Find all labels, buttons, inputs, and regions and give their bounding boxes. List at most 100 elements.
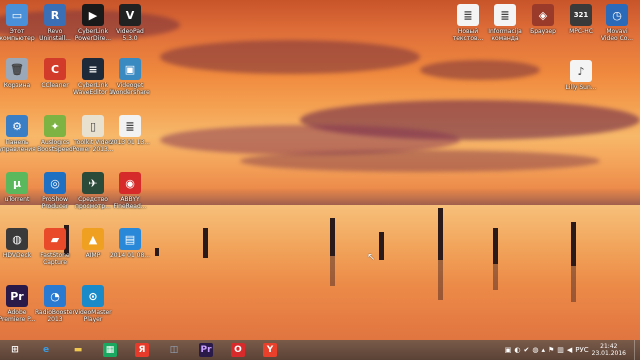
toolkit-video-icon: ▯ xyxy=(82,115,104,137)
waveeditor-icon: ≡ xyxy=(82,58,104,80)
desktop-shortcut-label: Auslogics BoostSpeed xyxy=(37,139,73,153)
desktop-shortcut[interactable]: ▲ AIMP xyxy=(72,228,114,274)
text-file-icon: ≣ xyxy=(494,4,516,26)
videopad-icon: V xyxy=(119,4,141,26)
desktop-shortcut-label: Revo Uninstall... xyxy=(39,28,71,42)
aimp-icon: ▲ xyxy=(82,228,104,250)
network-status-icon[interactable]: ▥ xyxy=(557,346,564,354)
mpc-hc-icon: 321 xyxy=(570,4,592,26)
desktop-shortcut-label: FastStone Capture xyxy=(40,252,70,266)
tray-app-icon[interactable]: ◍ xyxy=(532,346,538,354)
pier-post xyxy=(379,232,384,260)
premiere-icon: Pr xyxy=(6,285,28,307)
pier-post xyxy=(438,208,443,260)
tray-app-icon[interactable]: ▣ xyxy=(505,346,512,354)
show-desktop-button[interactable] xyxy=(634,340,640,360)
desktop-shortcut[interactable]: ≣ 2013 01 13... xyxy=(109,115,151,161)
post-reflection xyxy=(438,260,443,300)
revo-uninstaller-icon: R xyxy=(44,4,66,26)
desktop-shortcut-label: 2014 01 08... xyxy=(109,252,151,259)
desktop-shortcut-label: Informacija команда xyxy=(488,28,522,42)
desktop-shortcut-label: AIMP xyxy=(85,252,101,259)
recycle-bin-icon: 🗑 xyxy=(6,58,28,80)
desktop-shortcut[interactable]: ✈ Средство просмотр... xyxy=(72,172,114,218)
opera-icon: O xyxy=(231,343,245,357)
internet-explorer-icon: e xyxy=(42,345,50,355)
desktop-shortcut[interactable]: ⚙ Панель управления xyxy=(0,115,38,161)
volume-icon[interactable]: ◀ xyxy=(567,346,572,354)
language-indicator[interactable]: РУС xyxy=(575,346,588,354)
ie-button[interactable]: e xyxy=(30,340,62,360)
yandex-icon: Я xyxy=(135,343,149,357)
start-button[interactable]: ⊞ xyxy=(0,340,30,360)
desktop-shortcut-label: Корзина xyxy=(3,82,31,89)
desktop-shortcut[interactable]: ▤ 2014 01 08... xyxy=(109,228,151,274)
desktop-shortcut[interactable]: ♪ Lilly Sun... xyxy=(560,60,602,106)
premiere-icon: Pr xyxy=(199,343,213,357)
desktop-shortcut[interactable]: 🗑 Корзина xyxy=(0,58,38,104)
pier-post xyxy=(203,228,208,258)
opera-button[interactable]: O xyxy=(222,340,254,360)
taskbar: ⊞ e ▬ ▦ Я ◫ Pr O Y ▣ ◐ ✔ ◍ ▴ ⚑ ▥ ◀ РУС 21:42 23.… xyxy=(0,340,640,360)
store-button[interactable]: ▦ xyxy=(94,340,126,360)
desktop-shortcut-label: Videoget Wondershare xyxy=(110,82,150,96)
folder-icon: ▬ xyxy=(73,345,83,355)
desktop-shortcut[interactable]: ≣ Informacija команда xyxy=(484,4,526,50)
system-tray: ▣ ◐ ✔ ◍ ▴ ⚑ ▥ ◀ РУС 21:42 23.01.2016 xyxy=(505,340,640,360)
desktop-shortcut[interactable]: ◷ Movavi Video Co... xyxy=(596,4,638,50)
image-file-icon: ▤ xyxy=(119,228,141,250)
desktop-shortcut[interactable]: ◔ RadioBooster 2013 xyxy=(34,285,76,331)
desktop-shortcut[interactable]: ◈ Браузер xyxy=(522,4,564,50)
network-button[interactable]: ◫ xyxy=(158,340,190,360)
yandex-browser-icon: Y xyxy=(263,343,277,357)
browser-icon: ◈ xyxy=(532,4,554,26)
desktop-shortcut[interactable]: ◉ ABBYY FineRead... xyxy=(109,172,151,218)
desktop-shortcut[interactable]: ◎ ProShow Producer xyxy=(34,172,76,218)
cloud xyxy=(160,40,420,74)
tray-app-icon[interactable]: ◐ xyxy=(514,346,520,354)
desktop-shortcut-label: HDVDeck xyxy=(2,252,32,259)
yandex-button[interactable]: Я xyxy=(126,340,158,360)
pier-post xyxy=(571,222,576,266)
desktop-shortcut-label: Movavi Video Co... xyxy=(600,28,634,42)
desktop-shortcut[interactable]: ▰ FastStone Capture xyxy=(34,228,76,274)
text-file-icon: ≣ xyxy=(457,4,479,26)
explorer-button[interactable]: ▬ xyxy=(62,340,94,360)
desktop-shortcut[interactable]: ◍ HDVDeck xyxy=(0,228,38,274)
desktop-shortcut-label: Средство просмотр... xyxy=(75,196,111,210)
desktop-shortcut[interactable]: ▣ Videoget Wondershare xyxy=(109,58,151,104)
desktop-shortcut-label: 2013 01 13... xyxy=(109,139,151,146)
desktop-shortcut[interactable]: R Revo Uninstall... xyxy=(34,4,76,50)
desktop-shortcut[interactable]: ✦ Auslogics BoostSpeed xyxy=(34,115,76,161)
movavi-icon: ◷ xyxy=(606,4,628,26)
desktop-shortcut[interactable]: Pr Adobe Premiere P... xyxy=(0,285,38,331)
store-icon: ▦ xyxy=(103,343,117,357)
desktop-shortcut[interactable]: µ uTorrent xyxy=(0,172,38,218)
desktop-shortcut[interactable]: ≡ CyberLink WaveEditor 2 xyxy=(72,58,114,104)
desktop-shortcut-label: Панель управления xyxy=(0,139,36,153)
desktop-shortcut[interactable]: ▭ Этот компьютер xyxy=(0,4,38,50)
desktop-shortcut[interactable]: ▯ Toolkit Video Power 2013... xyxy=(72,115,114,161)
desktop-shortcut-label: CCleaner xyxy=(41,82,69,89)
pier-post xyxy=(330,218,335,256)
flag-icon[interactable]: ⚑ xyxy=(548,346,554,354)
desktop-shortcut-label: Браузер xyxy=(530,28,556,35)
auslogics-icon: ✦ xyxy=(44,115,66,137)
tray-app-icon[interactable]: ✔ xyxy=(523,346,529,354)
clock-date: 23.01.2016 xyxy=(591,350,626,357)
pier-post xyxy=(155,248,159,256)
premiere-button[interactable]: Pr xyxy=(190,340,222,360)
proshow-icon: ◎ xyxy=(44,172,66,194)
videoget-icon: ▣ xyxy=(119,58,141,80)
desktop-shortcut-label: ProShow Producer xyxy=(41,196,69,210)
show-hidden-icons-icon[interactable]: ▴ xyxy=(541,346,545,354)
utorrent-icon: µ xyxy=(6,172,28,194)
clock[interactable]: 21:42 23.01.2016 xyxy=(592,343,626,357)
desktop-shortcut[interactable]: ▶ CyberLink PowerDire... xyxy=(72,4,114,50)
desktop-shortcut[interactable]: C CCleaner xyxy=(34,58,76,104)
desktop-shortcut[interactable]: ⊙ VideoMaster Player xyxy=(72,285,114,331)
desktop-shortcut[interactable]: ≣ Новый текстов... xyxy=(447,4,489,50)
yandex-browser-button[interactable]: Y xyxy=(254,340,286,360)
ccleaner-icon: C xyxy=(44,58,66,80)
desktop-shortcut[interactable]: V VideoPad 5.3.0 xyxy=(109,4,151,50)
